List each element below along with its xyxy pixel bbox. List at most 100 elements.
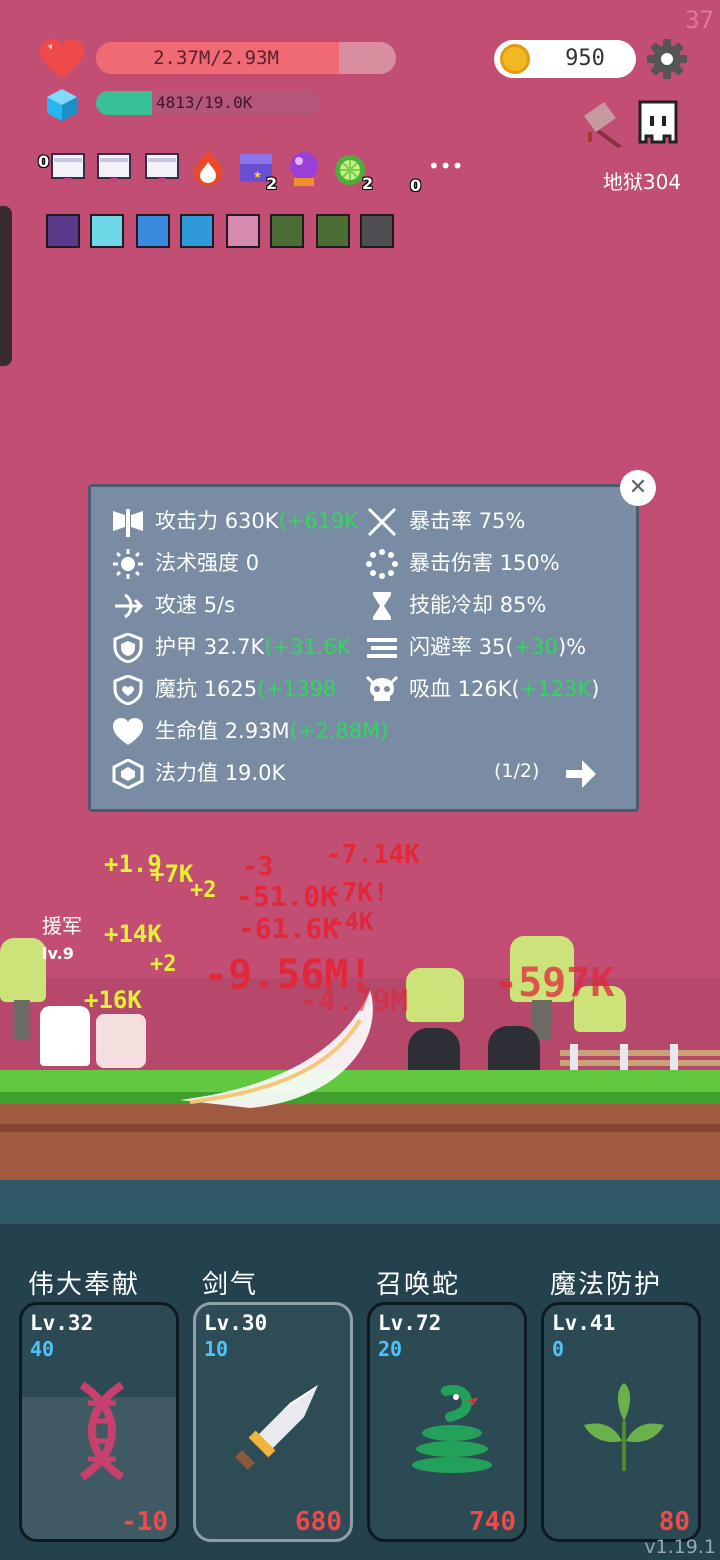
damage-number: -61.6K [238,912,340,945]
hp-bar: 2.37M/2.93M [96,42,396,74]
flame-icon[interactable] [188,148,228,188]
skill-card-magic-shield[interactable]: Lv.41 0 80 [541,1302,701,1542]
card-cost: -10 [121,1507,168,1537]
skill-card-dedication[interactable]: Lv.32 40 -10 [19,1302,179,1542]
buff-slot-icon[interactable] [226,214,260,248]
close-button[interactable]: ✕ [620,470,656,506]
ally-name-label: 援军 [42,914,82,938]
buff-slot-icon[interactable] [316,214,350,248]
version-label: v1.19.1 [644,1536,716,1558]
stat-value: 2.93M [224,719,290,743]
card-level: Lv.32 [30,1311,94,1335]
stat-magic-resist: 魔抗 1625(+1398 [111,671,336,707]
stat-value: 150% [499,551,560,575]
stat-lifesteal: 吸血 126K(+123K) [365,671,599,707]
leaf-icon [584,1383,664,1471]
stat-label: 攻击力 [155,509,218,533]
heart-outline-icon [113,718,143,745]
card-count: 10 [204,1337,229,1361]
settings-gear-icon[interactable] [646,38,688,80]
stat-label: 技能冷却 [409,593,493,617]
hero-sprite [40,1006,90,1066]
dna-icon [79,1381,125,1481]
stat-health: 生命值 2.93M(+2.88M) [111,713,388,749]
stat-value: 35( [478,635,514,659]
side-drawer-handle[interactable] [0,206,12,366]
card-cost: 80 [658,1507,690,1537]
card-level: Lv.30 [204,1311,268,1335]
ghost-pet-icon[interactable] [634,96,682,148]
stat-label: 护甲 [155,635,197,659]
scroll-icon[interactable] [94,148,134,188]
stat-value: 19.0K [224,761,286,785]
card-cost: 740 [469,1507,516,1537]
stat-value: 85% [499,593,547,617]
heal-number: +16K [84,986,142,1014]
ground-dirt [0,1104,720,1180]
page-indicator: (1/2) [494,760,540,782]
stat-label: 暴击伤害 [409,551,493,575]
stat-bonus: (+31.6K [264,635,351,659]
buff-slot-icon[interactable] [270,214,304,248]
stat-armor: 护甲 32.7K(+31.6K [111,629,351,665]
buff-slot-icon[interactable] [46,214,80,248]
buff-slot-icon[interactable] [360,214,394,248]
stat-attack: 攻击力 630K(+619K [111,503,358,539]
shield-icon [113,633,143,663]
buff-slot-icon[interactable] [136,214,170,248]
heart-icon [40,39,84,78]
coin-icon [500,44,530,74]
stat-label: 暴击率 [409,509,472,533]
hp-text: 2.37M/2.93M [153,47,279,69]
stat-bonus: +123K [519,677,592,701]
stat-label: 法力值 [155,761,218,785]
card-name: 魔法防护 [550,1270,663,1300]
card-count: 40 [30,1337,55,1361]
cleaver-icon[interactable] [578,98,630,150]
stage-level: 地狱304 [602,170,682,194]
card-level: Lv.41 [552,1311,616,1335]
card-level: Lv.72 [378,1311,442,1335]
skill-card-sword-qi[interactable]: Lv.30 10 680 [193,1302,353,1542]
sword-icon [235,1385,318,1470]
scroll-icon[interactable] [48,148,88,188]
more-items-button[interactable]: ••• [428,154,463,178]
enemy-tombstone [408,1028,460,1072]
stat-label: 法术强度 [155,551,239,575]
damage-number: -7.14K [326,840,420,870]
bow-icon [115,593,144,619]
stat-bonus: +30 [513,635,558,659]
stat-value: 0 [245,551,260,575]
stat-crit-damage: 暴击伤害 150% [365,545,560,581]
damage-number: -4K [330,908,374,936]
skill-card-summon-snake[interactable]: Lv.72 20 740 [367,1302,527,1542]
damage-number: -597K [494,960,615,1006]
hourglass-icon [373,592,391,620]
damage-number: -4.79M [300,984,409,1019]
mana-bar: 4813/19.0K [96,91,320,115]
tree-trunk [14,1000,30,1040]
stat-suffix: ) [591,677,600,701]
fence [560,1044,720,1070]
buff-slot-icon[interactable] [90,214,124,248]
mana-gem-icon [47,89,77,121]
stat-value: 5/s [203,593,236,617]
card-name: 剑气 [202,1270,259,1300]
stat-value: 126K( [457,677,520,701]
heal-number: +14K [104,920,162,948]
crystal-ball-icon[interactable] [284,148,324,188]
stat-bonus: (+1398 [257,677,337,701]
item-count: 0 [38,152,50,171]
heal-number: +7K [150,860,194,888]
stat-label: 攻速 [155,593,197,617]
skill-tray-top [0,1180,720,1224]
svg-text:★: ★ [253,170,262,181]
heal-number: +2 [190,878,217,903]
item-count: 2 [266,174,278,193]
stats-panel: 攻击力 630K(+619K 法术强度 0 攻速 5/s 护甲 32.7K(+3… [88,484,639,812]
next-page-arrow-icon[interactable] [564,758,598,790]
ally-level-label: lv.9 [42,944,74,963]
scroll-icon[interactable] [142,148,182,188]
buff-slot-icon[interactable] [180,214,214,248]
stat-value: 32.7K [203,635,265,659]
